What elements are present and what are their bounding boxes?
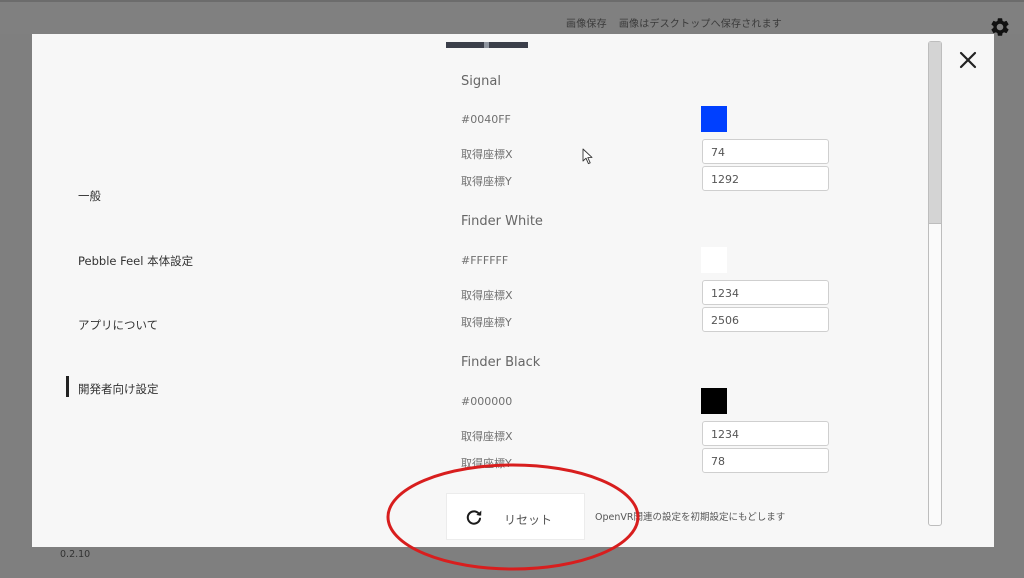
- mouse-cursor-icon: [582, 148, 593, 165]
- nav-active-indicator: [66, 376, 69, 397]
- close-icon[interactable]: [955, 47, 981, 73]
- finder-white-x-input[interactable]: 1234: [702, 280, 829, 305]
- app-version: 0.2.10: [60, 549, 91, 560]
- finder-black-color-swatch[interactable]: [701, 388, 727, 414]
- section-title-signal: Signal: [461, 74, 501, 89]
- finder-black-x-label: 取得座標X: [461, 430, 513, 443]
- finder-black-y-input[interactable]: 78: [702, 448, 829, 473]
- finder-white-x-label: 取得座標X: [461, 289, 513, 302]
- signal-x-label: 取得座標X: [461, 148, 513, 161]
- nav-item-developer-settings[interactable]: 開発者向け設定: [78, 381, 159, 397]
- finder-white-color-code: #FFFFFF: [461, 254, 509, 267]
- signal-x-input[interactable]: 74: [702, 139, 829, 164]
- top-bar: 画像保存 画像はデスクトップへ保存されます: [0, 0, 1024, 34]
- image-preview-edge: [446, 42, 528, 48]
- section-title-finder-white: Finder White: [461, 214, 543, 229]
- finder-white-y-input[interactable]: 2506: [702, 307, 829, 332]
- signal-y-input[interactable]: 1292: [702, 166, 829, 191]
- finder-black-x-input[interactable]: 1234: [702, 421, 829, 446]
- signal-color-code: #0040FF: [461, 113, 511, 126]
- nav-item-general[interactable]: 一般: [78, 188, 101, 204]
- capture-label: 画像保存: [566, 19, 607, 30]
- capture-status: 画像保存 画像はデスクトップへ保存されます: [566, 15, 782, 30]
- finder-white-y-label: 取得座標Y: [461, 316, 512, 329]
- nav-item-pebble-feel-settings[interactable]: Pebble Feel 本体設定: [78, 253, 193, 269]
- nav-item-about-app[interactable]: アプリについて: [78, 317, 158, 333]
- capture-message: 画像はデスクトップへ保存されます: [618, 19, 783, 30]
- signal-color-swatch[interactable]: [701, 106, 727, 132]
- finder-black-color-code: #000000: [461, 395, 513, 408]
- finder-white-color-swatch[interactable]: [701, 247, 727, 273]
- annotation-ellipse: [386, 463, 640, 571]
- scrollbar-thumb[interactable]: [929, 42, 941, 224]
- section-title-finder-black: Finder Black: [461, 355, 541, 370]
- signal-y-label: 取得座標Y: [461, 175, 512, 188]
